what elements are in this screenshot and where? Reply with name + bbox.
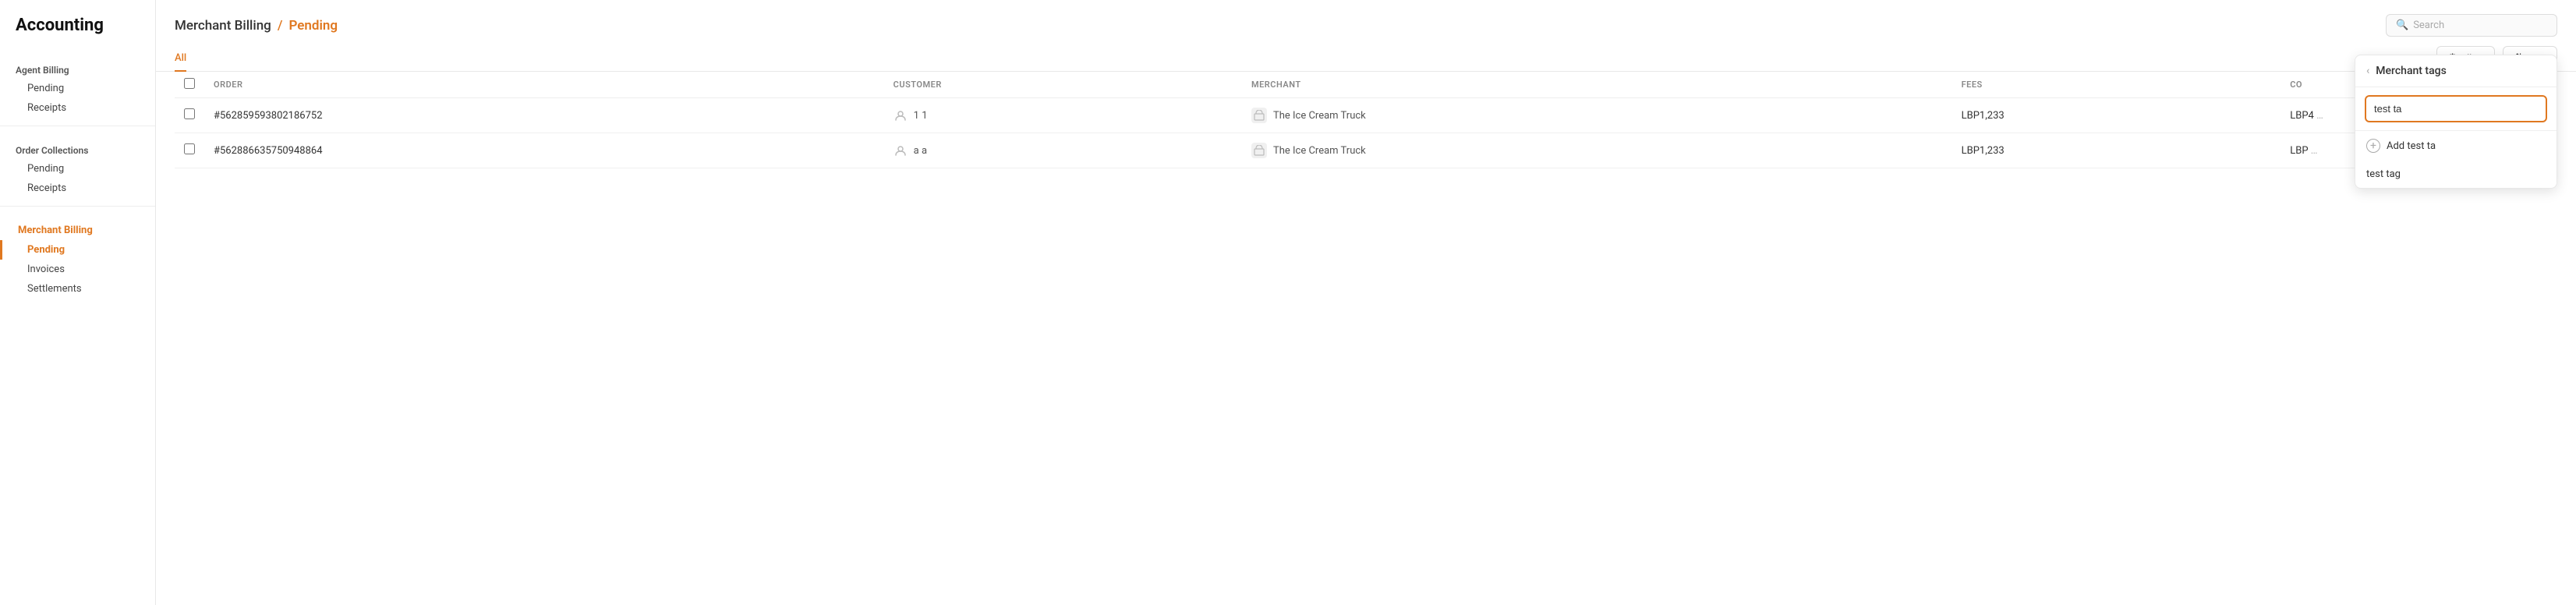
order-id-cell: #562859593802186752 xyxy=(204,98,884,133)
select-all-checkbox[interactable] xyxy=(184,78,195,89)
merchant-name: The Ice Cream Truck xyxy=(1273,110,1366,122)
table-container: ORDER CUSTOMER MERCHANT FEES CO #5628595… xyxy=(156,72,2576,605)
sidebar-section-merchant-billing[interactable]: Merchant Billing xyxy=(0,221,155,240)
sidebar-item-merchant-settlements[interactable]: Settlements xyxy=(0,279,155,299)
customer-cell: a a xyxy=(884,133,1242,168)
tab-all[interactable]: All xyxy=(175,46,186,72)
customer-cell: 1 1 xyxy=(884,98,1242,133)
table-row: #562859593802186752 1 1 xyxy=(175,98,2557,133)
customer-name: 1 1 xyxy=(914,110,928,122)
add-circle-icon: + xyxy=(2366,139,2380,153)
sidebar-item-agent-receipts[interactable]: Receipts xyxy=(0,98,155,118)
app-title: Accounting xyxy=(0,16,155,54)
merchant-icon xyxy=(1251,143,1267,158)
sidebar-item-order-pending[interactable]: Pending xyxy=(0,159,155,179)
dropdown-title: Merchant tags xyxy=(2376,65,2446,77)
breadcrumb: Merchant Billing / Pending xyxy=(175,18,338,34)
fees-cell: LBP1,233 xyxy=(1952,98,2281,133)
search-icon: 🔍 xyxy=(2396,19,2408,31)
dropdown-search-input[interactable] xyxy=(2365,95,2547,122)
header: Merchant Billing / Pending 🔍 Search xyxy=(156,0,2576,37)
order-id-cell: #562886635750948864 xyxy=(204,133,884,168)
fees-cell: LBP1,233 xyxy=(1952,133,2281,168)
dropdown-header: ‹ Merchant tags xyxy=(2355,55,2557,87)
sidebar-section-order-collections: Order Collections xyxy=(0,140,155,159)
breadcrumb-parent: Merchant Billing xyxy=(175,18,271,34)
merchant-icon xyxy=(1251,108,1267,123)
sidebar-section-agent-billing: Agent Billing xyxy=(0,60,155,79)
merchant-cell: The Ice Cream Truck xyxy=(1242,98,1952,133)
tag-label: test tag xyxy=(2366,168,2401,180)
breadcrumb-separator: / xyxy=(278,18,283,34)
customer-avatar-icon xyxy=(893,108,908,122)
customer-name: a a xyxy=(914,145,927,157)
order-id: #562859593802186752 xyxy=(214,110,323,122)
dropdown-back-button[interactable]: ‹ xyxy=(2366,65,2369,77)
sidebar-item-merchant-invoices[interactable]: Invoices xyxy=(0,260,155,279)
col-header-fees: FEES xyxy=(1952,72,2281,98)
filter-dropdown: ‹ Merchant tags + Add test ta test tag xyxy=(2355,55,2557,189)
sidebar-item-merchant-pending[interactable]: Pending xyxy=(0,240,155,260)
search-box[interactable]: 🔍 Search xyxy=(2386,14,2557,37)
customer-avatar-icon xyxy=(893,143,908,157)
row-checkbox-cell xyxy=(175,98,204,133)
orders-table: ORDER CUSTOMER MERCHANT FEES CO #5628595… xyxy=(175,72,2557,168)
col-header-merchant: MERCHANT xyxy=(1242,72,1952,98)
merchant-cell: The Ice Cream Truck xyxy=(1242,133,1952,168)
sidebar-item-agent-pending[interactable]: Pending xyxy=(0,79,155,98)
col-header-customer: CUSTOMER xyxy=(884,72,1242,98)
search-placeholder: Search xyxy=(2413,19,2444,31)
tabs-bar: All ⚙ Filter ⇅ Sort xyxy=(156,46,2576,72)
dropdown-add-label: Add test ta xyxy=(2387,140,2436,152)
merchant-name: The Ice Cream Truck xyxy=(1273,145,1366,157)
dropdown-tag-item[interactable]: test tag xyxy=(2355,161,2557,188)
row-checkbox-cell xyxy=(175,133,204,168)
col-header-order: ORDER xyxy=(204,72,884,98)
dropdown-add-item[interactable]: + Add test ta xyxy=(2355,130,2557,161)
row-checkbox[interactable] xyxy=(184,143,195,154)
row-checkbox[interactable] xyxy=(184,108,195,119)
sidebar-divider-2 xyxy=(0,206,155,207)
col-header-checkbox xyxy=(175,72,204,98)
main-content: Merchant Billing / Pending 🔍 Search All … xyxy=(156,0,2576,605)
sidebar-item-order-receipts[interactable]: Receipts xyxy=(0,179,155,198)
order-id: #562886635750948864 xyxy=(214,145,323,157)
breadcrumb-current: Pending xyxy=(288,18,338,34)
table-row: #562886635750948864 a a xyxy=(175,133,2557,168)
sidebar: Accounting Agent Billing Pending Receipt… xyxy=(0,0,156,605)
